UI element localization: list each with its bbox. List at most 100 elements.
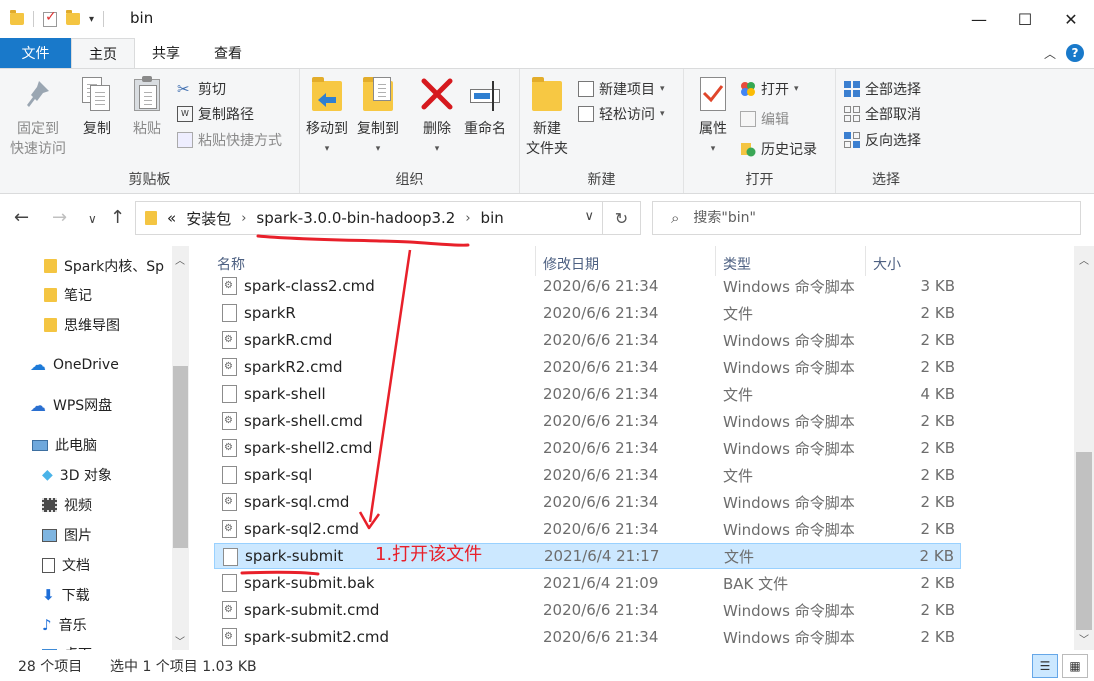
address-history-chevron-down-icon[interactable]: ∨ [584, 209, 594, 224]
search-box[interactable]: ⌕ [652, 201, 1081, 235]
table-row[interactable]: sparkR 2020/6/6 21:34 文件 2 KB [214, 300, 961, 326]
table-row[interactable]: spark-submit 2021/6/4 21:17 文件 2 KB [214, 543, 961, 569]
nav-item-music[interactable]: ♪ 音乐 [42, 615, 87, 635]
new-folder-icon[interactable] [66, 10, 80, 25]
tab-view[interactable]: 查看 [197, 38, 259, 68]
copy-button[interactable]: 复制 [80, 75, 114, 139]
nav-item-onedrive[interactable]: ☁ OneDrive [30, 355, 119, 374]
select-none-button[interactable]: 全部取消 [844, 102, 921, 126]
nav-item-folder[interactable]: 笔记 [44, 285, 92, 305]
chevron-right-icon[interactable]: › [465, 211, 470, 226]
table-row[interactable]: spark-submit.cmd 2020/6/6 21:34 Windows 命令… [214, 597, 961, 623]
delete-button[interactable]: 删除 ▾ [420, 75, 454, 159]
table-row[interactable]: spark-submit.bak 2021/6/4 21:09 BAK 文件 2 KB [214, 570, 961, 596]
search-input[interactable] [693, 210, 1054, 226]
open-button[interactable]: 打开 ▾ [740, 77, 799, 101]
file-list-scrollbar[interactable]: ︿ ﹀ [1074, 246, 1094, 650]
column-header-date[interactable]: 修改日期 [543, 254, 599, 274]
cut-button[interactable]: ✂ 剪切 [177, 77, 226, 101]
tab-file[interactable]: 文件 [0, 38, 71, 68]
file-date: 2021/6/4 21:17 [544, 547, 660, 565]
nav-item-downloads[interactable]: ⬇ 下载 [42, 585, 90, 605]
divider [33, 11, 34, 27]
pin-quick-access-button[interactable]: 固定到 快速访问 [10, 75, 66, 159]
file-date: 2020/6/6 21:34 [543, 493, 659, 511]
new-folder-button[interactable]: 新建 文件夹 [526, 75, 568, 159]
minimize-button[interactable]: — [956, 0, 1002, 38]
nav-item-videos[interactable]: 视频 [42, 495, 92, 515]
paste-button[interactable]: 粘贴 [130, 75, 164, 139]
chevron-right-icon[interactable]: › [241, 211, 246, 226]
nav-item-this-pc[interactable]: 此电脑 [32, 435, 97, 455]
table-row[interactable]: spark-submit2.cmd 2020/6/6 21:34 Windows 命… [214, 624, 961, 650]
file-date: 2021/6/4 21:09 [543, 574, 659, 592]
script-file-icon [222, 277, 237, 295]
table-row[interactable]: spark-shell 2020/6/6 21:34 文件 4 KB [214, 381, 961, 407]
refresh-icon[interactable]: ↻ [602, 202, 640, 234]
chevron-up-icon[interactable]: ︿ [1079, 252, 1089, 267]
nav-scrollbar[interactable]: ︿ ﹀ [172, 246, 189, 650]
properties-button[interactable]: 属性 ▾ [696, 75, 730, 159]
new-item-button[interactable]: 新建项目 ▾ [578, 77, 665, 101]
close-button[interactable]: ✕ [1048, 0, 1094, 38]
chevron-up-icon[interactable]: ︿ [175, 252, 185, 267]
table-row[interactable]: spark-sql 2020/6/6 21:34 文件 2 KB [214, 462, 961, 488]
chevron-down-icon[interactable]: ﹀ [1079, 631, 1089, 646]
breadcrumb-item[interactable]: 安装包 [186, 208, 231, 229]
file-type: Windows 命令脚本 [723, 439, 855, 458]
invert-selection-button[interactable]: 反向选择 [844, 128, 921, 152]
table-row[interactable]: sparkR2.cmd 2020/6/6 21:34 Windows 命令脚本 2 K… [214, 354, 961, 380]
rename-button[interactable]: 重命名 [464, 75, 506, 139]
copy-to-button[interactable]: 复制到 ▾ [357, 75, 399, 159]
paste-icon [130, 75, 164, 113]
table-row[interactable]: spark-sql.cmd 2020/6/6 21:34 Windows 命令脚本 2… [214, 489, 961, 515]
file-name: sparkR.cmd [244, 331, 333, 349]
navigation-bar: ← → ∨ ↑ « 安装包 › spark-3.0.0-bin-hadoop3.… [0, 194, 1094, 244]
recent-locations-chevron-down-icon[interactable]: ∨ [88, 212, 97, 226]
back-arrow-icon[interactable]: ← [14, 207, 29, 228]
forward-arrow-icon[interactable]: → [52, 207, 67, 228]
pin-icon [21, 75, 55, 113]
maximize-button[interactable]: ☐ [1002, 0, 1048, 38]
properties-icon[interactable] [43, 9, 57, 27]
breadcrumb-item[interactable]: bin [481, 209, 504, 227]
collapse-ribbon-icon[interactable]: ︿ [1044, 45, 1056, 62]
nav-item-folder[interactable]: Spark内核、Sp [44, 256, 164, 276]
edit-button[interactable]: 编辑 [740, 107, 789, 131]
large-icons-view-icon[interactable]: ▦ [1062, 654, 1088, 678]
table-row[interactable]: sparkR.cmd 2020/6/6 21:34 Windows 命令脚本 2 KB [214, 327, 961, 353]
paste-shortcut-button[interactable]: 粘贴快捷方式 [177, 128, 282, 152]
file-size: 2 KB [920, 439, 955, 457]
nav-item-documents[interactable]: 文档 [42, 555, 90, 575]
table-row[interactable]: spark-shell2.cmd 2020/6/6 21:34 Windows 命令… [214, 435, 961, 461]
scroll-thumb[interactable] [1076, 452, 1092, 630]
column-header-size[interactable]: 大小 [873, 254, 901, 274]
easy-access-button[interactable]: 轻松访问 ▾ [578, 102, 665, 126]
customize-qat-dropdown[interactable]: ▾ [89, 14, 94, 25]
breadcrumb-item[interactable]: spark-3.0.0-bin-hadoop3.2 [256, 209, 455, 227]
column-header-name[interactable]: 名称 [217, 254, 245, 274]
history-button[interactable]: 历史记录 [740, 137, 817, 161]
tab-share[interactable]: 共享 [135, 38, 197, 68]
column-header-type[interactable]: 类型 [723, 254, 751, 274]
details-view-icon[interactable]: ☰ [1032, 654, 1058, 678]
help-icon[interactable]: ? [1066, 44, 1084, 62]
nav-item-folder[interactable]: 思维导图 [44, 315, 120, 335]
nav-item-3d-objects[interactable]: ◆ 3D 对象 [42, 465, 112, 485]
table-row[interactable]: spark-shell.cmd 2020/6/6 21:34 Windows 命令脚… [214, 408, 961, 434]
select-all-icon [844, 81, 860, 97]
tab-home[interactable]: 主页 [71, 38, 135, 68]
nav-item-wps-drive[interactable]: ☁ WPS网盘 [30, 395, 112, 415]
select-all-button[interactable]: 全部选择 [844, 77, 921, 101]
up-arrow-icon[interactable]: ↑ [110, 207, 125, 228]
copy-path-button[interactable]: W 复制路径 [177, 102, 254, 126]
chevron-down-icon[interactable]: ﹀ [175, 633, 185, 648]
address-bar[interactable]: « 安装包 › spark-3.0.0-bin-hadoop3.2 › bin … [135, 201, 641, 235]
breadcrumb-overflow[interactable]: « [167, 209, 176, 227]
move-to-button[interactable]: 移动到 ▾ [306, 75, 348, 159]
nav-item-pictures[interactable]: 图片 [42, 525, 92, 545]
table-row[interactable]: spark-class2.cmd 2020/6/6 21:34 Windows 命令… [214, 273, 961, 299]
table-row[interactable]: spark-sql2.cmd 2020/6/6 21:34 Windows 命令脚本… [214, 516, 961, 542]
scissors-icon: ✂ [177, 80, 190, 98]
scroll-thumb[interactable] [173, 366, 188, 548]
